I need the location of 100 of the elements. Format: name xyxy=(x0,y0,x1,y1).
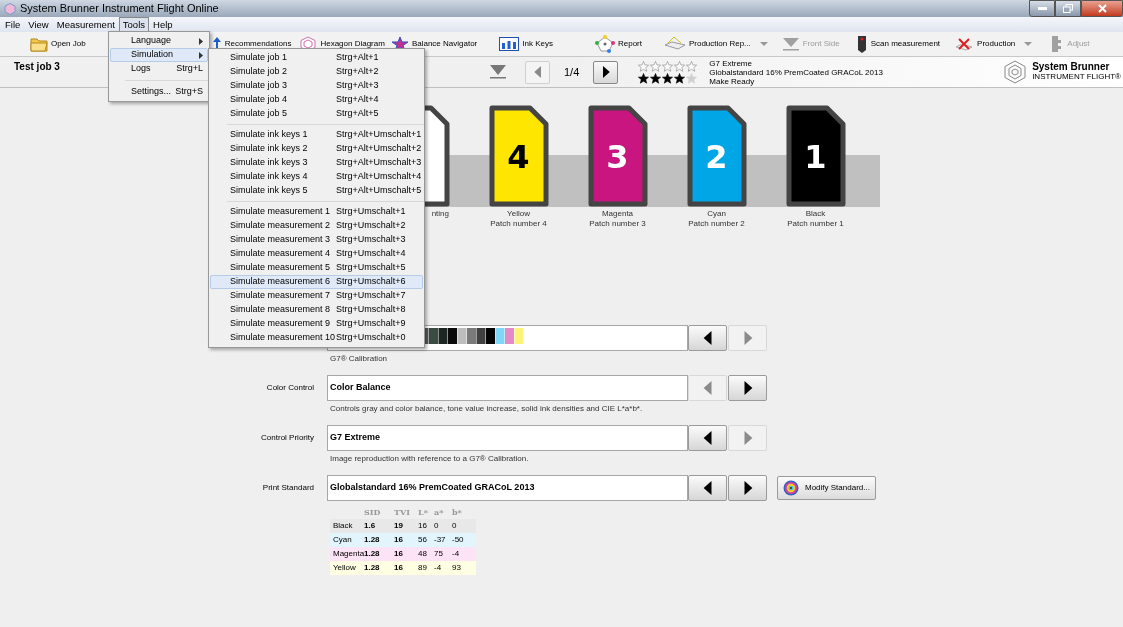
page-indicator: 1/4 xyxy=(564,64,580,80)
modify-standard-button[interactable]: Modify Standard... xyxy=(777,476,876,500)
cross-icon xyxy=(954,37,975,51)
menu-item[interactable]: Simulate measurement 5 Strg+Umschalt+5 xyxy=(210,261,423,275)
caret-down-icon xyxy=(759,41,768,47)
folder-icon xyxy=(30,36,48,52)
menu-item[interactable]: Simulate measurement 3 Strg+Umschalt+3 xyxy=(210,233,423,247)
patch-label: Yellow xyxy=(507,209,530,219)
column-header: SID xyxy=(364,506,382,519)
caret-down-icon xyxy=(1024,41,1033,47)
menu-item[interactable]: Measurement xyxy=(52,17,119,32)
toolbar-button[interactable]: Scan measurement xyxy=(855,34,941,54)
restore-icon xyxy=(1063,4,1073,13)
menu-item[interactable]: Help xyxy=(149,17,177,32)
menu-item[interactable]: Simulate ink keys 5 Strg+Alt+Umschalt+5 xyxy=(210,184,423,198)
table-cell: 19 xyxy=(394,519,418,533)
table-cell: -50 xyxy=(452,533,476,547)
setting-value-field: G7 Extreme xyxy=(327,425,688,451)
table-cell: 16 xyxy=(394,547,418,561)
handheld-device-icon xyxy=(855,34,868,54)
menu-item[interactable]: File xyxy=(1,17,25,32)
menu-item[interactable]: Simulate job 3 Strg+Alt+3 xyxy=(210,79,423,93)
star-icon xyxy=(638,72,650,84)
setting-value-field: Color Balance xyxy=(327,375,688,401)
row-label-cell: Magenta xyxy=(330,547,364,561)
menu-item[interactable]: Simulate ink keys 1 Strg+Alt+Umschalt+1 xyxy=(210,128,423,142)
previous-button[interactable] xyxy=(688,475,727,501)
star-icon xyxy=(662,72,674,84)
star-icon xyxy=(650,72,662,84)
setting-label: Control Priority xyxy=(260,432,314,444)
menu-item[interactable]: Logs Strg+L xyxy=(110,62,208,76)
menu-item[interactable]: Simulate ink keys 3 Strg+Alt+Umschalt+3 xyxy=(210,156,423,170)
maximize-button[interactable] xyxy=(1055,0,1081,17)
menu-item[interactable]: Simulate measurement 10Strg+Umschalt+0 xyxy=(210,331,423,345)
menu-item[interactable]: View xyxy=(24,17,53,32)
table-cell: 16 xyxy=(394,533,418,547)
previous-button[interactable] xyxy=(688,325,727,351)
brand-name: System Brunner xyxy=(1032,62,1111,72)
brand-subtitle: INSTRUMENT FLIGHT® xyxy=(1032,72,1121,82)
row-label-cell: Cyan xyxy=(330,533,364,547)
star-icon xyxy=(686,60,698,72)
menu-item[interactable]: Simulate job 2 Strg+Alt+2 xyxy=(210,65,423,79)
star-icon xyxy=(650,60,662,72)
star-icon xyxy=(638,60,650,72)
close-button[interactable] xyxy=(1081,0,1123,17)
column-header: TVI xyxy=(394,506,411,519)
table-cell: 16 xyxy=(394,561,418,575)
next-button[interactable] xyxy=(728,475,767,501)
menu-item[interactable]: Simulate measurement 8 Strg+Umschalt+8 xyxy=(210,303,423,317)
job-info-text: Globalstandard 16% PremCoated GRACoL 2013 xyxy=(709,67,883,77)
menu-item[interactable]: Settings... Strg+S xyxy=(110,85,208,99)
target-icon xyxy=(783,480,799,496)
row-label-cell: Yellow xyxy=(330,561,364,575)
menu-item[interactable]: Simulate measurement 4 Strg+Umschalt+4 xyxy=(210,247,423,261)
minimize-icon xyxy=(1037,7,1047,10)
next-button[interactable] xyxy=(728,375,767,401)
setting-value-field: Globalstandard 16% PremCoated GRACoL 2013 xyxy=(327,475,688,501)
menu-item[interactable]: Simulate ink keys 2 Strg+Alt+Umschalt+2 xyxy=(210,142,423,156)
next-button[interactable] xyxy=(593,60,619,84)
minimize-button[interactable] xyxy=(1029,0,1055,17)
menu-item[interactable]: Simulation xyxy=(110,48,208,62)
patch-label: Magenta xyxy=(601,209,634,219)
menu-item[interactable]: Simulate ink keys 4 Strg+Alt+Umschalt+4 xyxy=(210,170,423,184)
table-cell: 1.28 xyxy=(364,561,394,575)
star-icon xyxy=(662,60,674,72)
menu-item[interactable]: Simulate job 4 Strg+Alt+4 xyxy=(210,93,423,107)
menu-item[interactable]: Simulate measurement 6 Strg+Umschalt+6 xyxy=(210,275,423,289)
patch-number: 4 xyxy=(506,139,531,175)
toolbar-button[interactable]: Production xyxy=(954,37,1033,51)
column-header: a* xyxy=(434,506,445,519)
toolbar-button[interactable]: Production Rep... xyxy=(663,36,768,52)
toolbar-button[interactable]: Open Job xyxy=(30,36,86,52)
toolbar-button[interactable]: Ink Keys xyxy=(499,37,553,51)
table-cell: 1.28 xyxy=(364,547,394,561)
table-cell: 93 xyxy=(452,561,476,575)
patch-number: 3 xyxy=(605,139,630,175)
menu-item[interactable]: Language xyxy=(110,34,208,48)
patch-number: 1 xyxy=(803,139,828,175)
table-cell: -37 xyxy=(434,533,452,547)
network-icon xyxy=(594,35,615,53)
patch-sublabel: Patch number 4 xyxy=(490,219,547,229)
star-icon xyxy=(674,72,686,84)
toolbar-button[interactable]: Report xyxy=(594,35,642,53)
patch-sublabel: Patch number 3 xyxy=(589,219,646,229)
menu-item[interactable]: Simulate measurement 7 Strg+Umschalt+7 xyxy=(210,289,423,303)
previous-button[interactable] xyxy=(688,425,727,451)
patch-sublabel: Patch number 2 xyxy=(688,219,745,229)
table-cell: 56 xyxy=(418,533,434,547)
setting-description: G7® Calibration xyxy=(330,354,389,364)
menu-item[interactable]: Simulate job 1 Strg+Alt+1 xyxy=(210,51,423,65)
row-label-cell: Black xyxy=(330,519,364,533)
menu-item[interactable]: Simulate measurement 9 Strg+Umschalt+9 xyxy=(210,317,423,331)
table-cell: 0 xyxy=(434,519,452,533)
patch-label: Black xyxy=(805,209,826,219)
toolbar-button[interactable]: Balance Navigator xyxy=(390,36,478,52)
menu-item[interactable]: Simulate job 5 Strg+Alt+5 xyxy=(210,107,423,121)
menu-item[interactable]: Simulate measurement 1 Strg+Umschalt+1 xyxy=(210,205,423,219)
table-cell: 1.6 xyxy=(364,519,394,533)
menu-item[interactable]: Simulate measurement 2 Strg+Umschalt+2 xyxy=(210,219,423,233)
app-icon xyxy=(4,2,16,15)
